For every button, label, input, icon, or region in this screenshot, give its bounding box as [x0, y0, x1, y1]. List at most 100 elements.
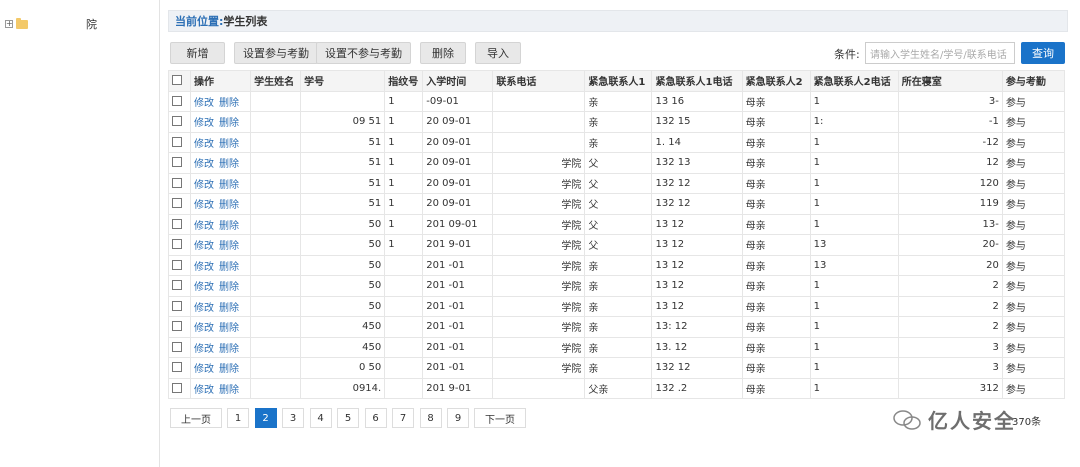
row-checkbox[interactable]	[172, 136, 182, 147]
delete-link[interactable]: 删除	[219, 282, 239, 293]
set-attend-button[interactable]: 设置参与考勤	[234, 42, 318, 64]
edit-link[interactable]: 修改	[194, 262, 214, 273]
select-all-checkbox[interactable]	[172, 75, 182, 86]
row-select-cell[interactable]	[167, 90, 192, 112]
edit-link[interactable]: 修改	[194, 159, 214, 170]
row-checkbox[interactable]	[172, 280, 182, 291]
edit-link[interactable]: 修改	[194, 241, 214, 252]
expand-icon[interactable]: +	[5, 20, 13, 28]
edit-link[interactable]: 修改	[194, 200, 214, 211]
page-number-button[interactable]: 6	[364, 408, 387, 428]
table-row[interactable]: 修改 删除 0 50 201 -01 学院亲 132 12 母亲 1 3 参与	[167, 357, 1066, 379]
row-checkbox[interactable]	[172, 259, 182, 270]
table-row[interactable]: 修改 删除 50 201 -01 学院亲 13 12 母亲 1 2 参与	[167, 275, 1066, 297]
delete-link[interactable]: 删除	[219, 241, 239, 252]
delete-link[interactable]: 删除	[219, 364, 239, 375]
table-row[interactable]: 修改 删除 50 201 -01 学院亲 13 12 母亲 1 2 参与	[167, 295, 1066, 317]
row-checkbox[interactable]	[172, 95, 182, 106]
page-number-button[interactable]: 4	[309, 408, 332, 428]
row-select-cell[interactable]	[167, 357, 192, 379]
row-select-cell[interactable]	[167, 275, 192, 297]
table-row[interactable]: 修改 删除 51 1 20 09-01 学院父 132 12 母亲 1 119 参与	[167, 193, 1066, 215]
page-number-button[interactable]: 7	[392, 408, 414, 428]
edit-link[interactable]: 修改	[194, 323, 214, 334]
edit-link[interactable]: 修改	[194, 385, 214, 396]
table-row[interactable]: 修改 删除 51 1 20 09-01 亲 1. 14 母亲 1 -12 参与	[167, 131, 1066, 153]
tree-node-root[interactable]: + 院	[5, 16, 97, 32]
edit-link[interactable]: 修改	[194, 118, 214, 129]
edit-link[interactable]: 修改	[194, 344, 214, 355]
row-checkbox[interactable]	[172, 321, 182, 332]
page-number-button[interactable]: 8	[419, 408, 442, 428]
table-row[interactable]: 修改 删除 450 201 -01 学院亲 13. 12 母亲 1 3 参与	[167, 336, 1066, 358]
row-select-cell[interactable]	[167, 234, 192, 256]
edit-link[interactable]: 修改	[194, 139, 214, 150]
delete-link[interactable]: 删除	[219, 262, 239, 273]
edit-link[interactable]: 修改	[194, 282, 214, 293]
row-select-cell[interactable]	[167, 336, 192, 358]
row-checkbox[interactable]	[172, 300, 182, 311]
edit-link[interactable]: 修改	[194, 98, 214, 109]
edit-link[interactable]: 修改	[194, 180, 214, 191]
table-row[interactable]: 修改 删除 50 1 201 9-01 学院父 13 12 母亲 13 20- 参与	[167, 234, 1066, 256]
delete-link[interactable]: 删除	[219, 98, 239, 109]
delete-button[interactable]: 删除	[420, 42, 466, 64]
edit-link[interactable]: 修改	[194, 364, 214, 375]
set-not-attend-button[interactable]: 设置不参与考勤	[316, 42, 411, 64]
row-checkbox[interactable]	[172, 362, 182, 373]
delete-link[interactable]: 删除	[219, 323, 239, 334]
delete-link[interactable]: 删除	[219, 385, 239, 396]
delete-link[interactable]: 删除	[219, 200, 239, 211]
tree-node-label[interactable]: 院	[86, 16, 97, 32]
delete-link[interactable]: 删除	[219, 221, 239, 232]
search-button[interactable]: 查询	[1021, 42, 1065, 64]
row-checkbox[interactable]	[172, 239, 182, 250]
edit-link[interactable]: 修改	[194, 303, 214, 314]
row-select-cell[interactable]	[167, 316, 192, 338]
row-checkbox[interactable]	[172, 341, 182, 352]
row-checkbox[interactable]	[172, 157, 182, 168]
page-number-button[interactable]: 1	[227, 408, 249, 428]
page-number-button[interactable]: 9	[447, 408, 469, 428]
delete-link[interactable]: 删除	[219, 159, 239, 170]
row-select-cell[interactable]	[167, 111, 192, 133]
select-all-cell[interactable]	[167, 70, 192, 92]
add-button[interactable]: 新增	[170, 42, 225, 64]
table-header-row: 操作 学生姓名 学号 指纹号 入学时间 联系电话 紧急联系人1 紧急联系人1电话…	[167, 70, 1066, 92]
table-row[interactable]: 修改 删除 450 201 -01 学院亲 13: 12 母亲 1 2 参与	[167, 316, 1066, 338]
delete-link[interactable]: 删除	[219, 344, 239, 355]
delete-link[interactable]: 删除	[219, 180, 239, 191]
table-row[interactable]: 修改 删除 0914. 201 9-01 父亲 132 .2 母亲 1 312 参与	[167, 377, 1066, 399]
row-select-cell[interactable]	[167, 295, 192, 317]
cell-dorm: 3-	[897, 90, 1003, 112]
page-number-button[interactable]: 3	[282, 408, 304, 428]
row-select-cell[interactable]	[167, 152, 192, 174]
prev-page-button[interactable]: 上一页	[170, 408, 222, 428]
row-checkbox[interactable]	[172, 116, 182, 127]
table-row[interactable]: 修改 删除 51 1 20 09-01 学院父 132 12 母亲 1 120 参与	[167, 172, 1066, 194]
row-select-cell[interactable]	[167, 254, 192, 276]
delete-link[interactable]: 删除	[219, 303, 239, 314]
row-select-cell[interactable]	[167, 193, 192, 215]
row-select-cell[interactable]	[167, 377, 192, 399]
page-number-button[interactable]: 2	[254, 408, 277, 428]
row-checkbox[interactable]	[172, 382, 182, 393]
edit-link[interactable]: 修改	[194, 221, 214, 232]
table-row[interactable]: 修改 删除 51 1 20 09-01 学院父 132 13 母亲 1 12 参与	[167, 152, 1066, 174]
row-checkbox[interactable]	[172, 177, 182, 188]
table-row[interactable]: 修改 删除 09 51 1 20 09-01 亲 132 15 母亲 1: -1 参与	[167, 111, 1066, 133]
row-select-cell[interactable]	[167, 131, 192, 153]
import-button[interactable]: 导入	[475, 42, 521, 64]
table-row[interactable]: 修改 删除 1 -09-01 亲 13 16 母亲 1 3- 参与	[167, 90, 1066, 112]
table-row[interactable]: 修改 删除 50 1 201 09-01 学院父 13 12 母亲 1 13- 参与	[167, 213, 1066, 235]
delete-link[interactable]: 删除	[219, 118, 239, 129]
row-checkbox[interactable]	[172, 198, 182, 209]
page-number-button[interactable]: 5	[337, 408, 359, 428]
row-select-cell[interactable]	[167, 172, 192, 194]
row-checkbox[interactable]	[172, 218, 182, 229]
row-select-cell[interactable]	[167, 213, 192, 235]
delete-link[interactable]: 删除	[219, 139, 239, 150]
search-input[interactable]: 请输入学生姓名/学号/联系电话	[865, 42, 1015, 64]
next-page-button[interactable]: 下一页	[474, 408, 526, 428]
table-row[interactable]: 修改 删除 50 201 -01 学院亲 13 12 母亲 13 20 参与	[167, 254, 1066, 276]
